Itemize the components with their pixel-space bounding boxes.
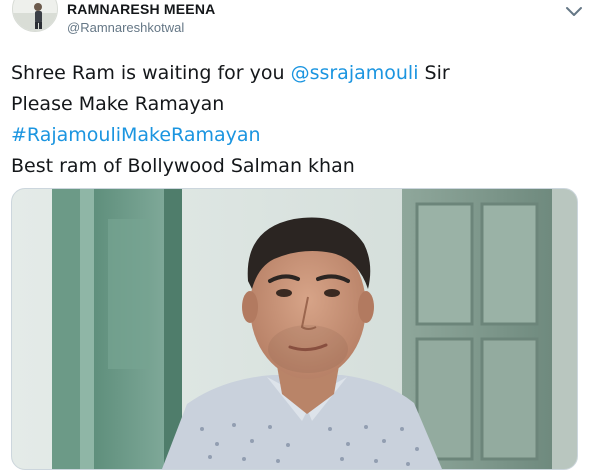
tweet-line-2: Please Make Ramayan — [11, 93, 225, 115]
tweet-line-3: #RajamouliMakeRamayan — [11, 120, 591, 151]
tweet-text: Shree Ram is waiting for you @ssrajamoul… — [11, 58, 591, 182]
tweet-card: RAMNARESH MEENA @Ramnareshkotwal Shree R… — [0, 0, 600, 470]
tweet-line-1: Shree Ram is waiting for you @ssrajamoul… — [11, 58, 591, 89]
media-photo — [12, 189, 577, 469]
mention-link[interactable]: @ssrajamouli — [291, 62, 419, 84]
tweet-media-image[interactable] — [11, 188, 578, 470]
tweet-line-4: Best ram of Bollywood Salman khan — [11, 155, 355, 177]
avatar[interactable] — [12, 0, 58, 32]
display-name[interactable]: RAMNARESH MEENA — [67, 0, 215, 18]
tweet-author[interactable]: RAMNARESH MEENA @Ramnareshkotwal — [67, 0, 215, 37]
hashtag-link[interactable]: #RajamouliMakeRamayan — [11, 124, 261, 146]
tweet-text-segment: Sir — [418, 62, 450, 84]
avatar-photo — [13, 0, 57, 31]
user-handle[interactable]: @Ramnareshkotwal — [67, 19, 215, 37]
chevron-down-icon[interactable] — [564, 4, 584, 18]
tweet-text-segment: Shree Ram is waiting for you — [11, 62, 291, 84]
